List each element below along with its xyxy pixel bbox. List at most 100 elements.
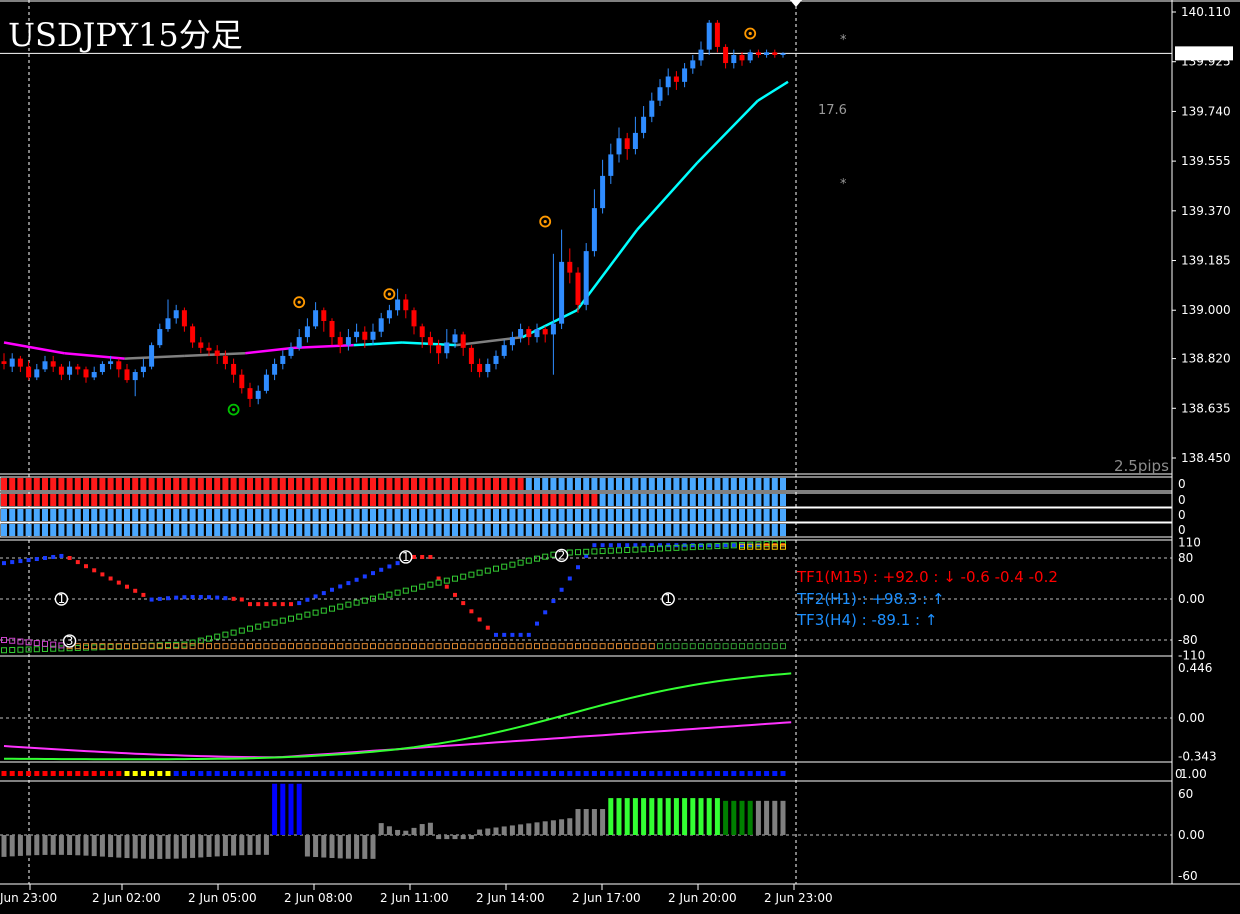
trend-strip-bar: [657, 524, 663, 536]
signal-dot-icon: [543, 219, 547, 224]
trend-strip-bar: [591, 478, 598, 490]
trend-strip-bar: [238, 509, 245, 521]
tf2-marker: [411, 585, 417, 592]
trend-strip-bar: [345, 524, 352, 536]
tf3-marker: [771, 643, 778, 650]
tf2-marker: [468, 571, 475, 578]
hist-bar: [231, 835, 237, 856]
tf2-marker: [534, 555, 540, 562]
tf1-dot: [576, 565, 580, 570]
hist-bar: [157, 835, 163, 859]
trend-strip-bar: [329, 524, 335, 536]
tf3-marker: [33, 640, 40, 647]
trend-strip-bar: [33, 478, 40, 490]
trend-strip-bar: [165, 494, 171, 506]
trend-strip-bar: [74, 524, 81, 536]
candle-body: [247, 388, 253, 399]
dot-signal: [690, 771, 696, 776]
candle-body: [132, 372, 138, 381]
mtf-indicator-panel: 110800.00-80-1101 231 1TF1(M15) : +92.0 : …: [0, 536, 1205, 662]
trend-strip-bar: [255, 524, 262, 536]
chart-canvas[interactable]: 140.110139.925139.740139.555139.370139.1…: [0, 0, 1240, 914]
tf2-marker: [591, 548, 598, 555]
trend-strip-bar: [706, 524, 713, 536]
trend-strip-bar: [657, 478, 663, 490]
hist-axis-label: -60: [1178, 869, 1198, 883]
trend-strip-bar: [411, 494, 417, 506]
dot-signal: [321, 771, 327, 776]
hist-bar: [321, 835, 327, 858]
osc-axis-label: -0.343: [1178, 749, 1217, 763]
mtf-marker-label: 2: [558, 548, 566, 562]
trend-strip-bar: [25, 509, 32, 521]
trend-strip-bar: [501, 478, 508, 490]
hist-bar: [460, 835, 466, 840]
price-panel[interactable]: 140.110139.925139.740139.555139.370139.1…: [0, 5, 1233, 475]
candle-body: [386, 310, 392, 319]
tf3-marker: [755, 643, 762, 650]
trend-strip-bar: [476, 478, 483, 490]
trend-strip-bar: [156, 478, 163, 490]
trend-strip-bar: [591, 494, 598, 506]
tf1-dot: [149, 597, 154, 602]
trend-strip-bar: [42, 524, 48, 536]
dot-signal: [26, 771, 32, 776]
trend-strip-bar: [517, 494, 524, 506]
tf1-dot: [600, 543, 605, 548]
candle-body: [526, 329, 532, 338]
candle-body: [26, 366, 32, 378]
candle-body: [239, 374, 245, 389]
trend-strip-bar: [288, 494, 294, 506]
trend-strip-bar: [698, 509, 704, 521]
trend-strip-bar: [353, 478, 360, 490]
candle-body: [395, 299, 401, 311]
trend-strip-bar: [17, 524, 24, 536]
trend-strip-bar: [583, 494, 590, 506]
trend-strip-bar: [673, 494, 680, 506]
tf1-dot: [526, 632, 531, 637]
trend-strip-bar: [230, 509, 237, 521]
trend-strip-bar: [616, 494, 622, 506]
trend-strip-bar: [739, 494, 745, 506]
trend-strip-bar: [411, 509, 417, 521]
trend-strip-bar: [706, 494, 713, 506]
trend-strip-bar: [402, 524, 409, 536]
hist-bar: [255, 835, 261, 855]
hist-bar: [485, 828, 491, 835]
dot-signal: [493, 771, 499, 776]
hist-bar: [296, 783, 302, 835]
moving-average-segment: [353, 341, 403, 347]
trend-strip-bar: [640, 478, 647, 490]
tf1-dot: [174, 595, 179, 600]
tf1-dot: [543, 610, 548, 615]
tf2-status: TF2(H1) : +98.3 : ↑: [796, 590, 945, 608]
tf3-marker: [296, 643, 303, 650]
trend-strip-bar: [616, 509, 622, 521]
tf3-marker: [345, 643, 352, 650]
tf2-marker: [476, 569, 483, 576]
tf3-marker: [378, 643, 385, 650]
trend-strip-bar: [345, 478, 352, 490]
candle-body: [304, 326, 310, 338]
trend-strip-bar: [599, 524, 606, 536]
dot-signal: [501, 771, 507, 776]
dot-signal: [780, 771, 786, 776]
trend-strip-bar: [66, 509, 73, 521]
moving-average-segment: [124, 354, 185, 360]
candle-body: [706, 22, 712, 50]
tf1-dot: [330, 587, 334, 592]
trend-strip-bar: [689, 524, 696, 536]
hist-bar: [755, 800, 761, 835]
trend-strip-bar: [296, 509, 303, 521]
trend-strip-bar: [755, 478, 762, 490]
trend-strip-bar: [25, 494, 32, 506]
trend-strip-bar: [435, 509, 442, 521]
tf1-dot: [75, 560, 80, 565]
trend-strip-bar: [607, 509, 614, 521]
trend-strip-bar: [42, 509, 48, 521]
hist-bar: [723, 800, 729, 835]
candle-body: [723, 46, 729, 64]
hist-bar: [91, 835, 97, 857]
trend-strip-bar: [689, 478, 696, 490]
candle-body: [403, 299, 409, 311]
